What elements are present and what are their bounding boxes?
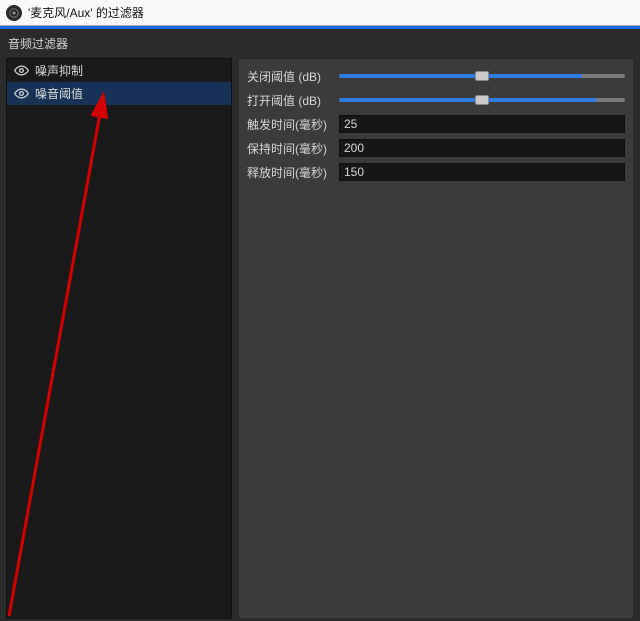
workspace: 噪声抑制 噪音阈值 关闭阈值 (dB) 打	[0, 58, 640, 621]
slider-close-threshold[interactable]	[339, 74, 625, 78]
filter-label: 噪音阈值	[35, 85, 83, 102]
filter-item-noise-suppression[interactable]: 噪声抑制	[7, 59, 231, 82]
label-close-threshold: 关闭阈值 (dB)	[247, 68, 333, 85]
input-attack-time[interactable]	[339, 115, 625, 133]
filter-label: 噪声抑制	[35, 62, 83, 79]
eye-icon[interactable]	[13, 86, 29, 102]
slider-open-threshold-wrap	[339, 98, 625, 102]
filter-properties: 关闭阈值 (dB) 打开阈值 (dB) 触发时间(毫秒) 保持时间(毫秒) 释放…	[238, 58, 634, 619]
slider-open-threshold[interactable]	[339, 98, 625, 102]
label-release-time: 释放时间(毫秒)	[247, 164, 333, 181]
input-release-time[interactable]	[339, 163, 625, 181]
filters-list: 噪声抑制 噪音阈值	[6, 58, 232, 619]
label-attack-time: 触发时间(毫秒)	[247, 116, 333, 133]
annotation-arrow	[7, 59, 232, 618]
window-title: '麦克风/Aux' 的过滤器	[28, 4, 144, 21]
prop-release-time: 释放时间(毫秒)	[247, 161, 625, 183]
window-titlebar: '麦克风/Aux' 的过滤器	[0, 0, 640, 26]
prop-close-threshold: 关闭阈值 (dB)	[247, 65, 625, 87]
prop-open-threshold: 打开阈值 (dB)	[247, 89, 625, 111]
input-hold-time[interactable]	[339, 139, 625, 157]
label-hold-time: 保持时间(毫秒)	[247, 140, 333, 157]
obs-app-icon	[6, 5, 22, 21]
filter-item-noise-gate[interactable]: 噪音阈值	[7, 82, 231, 105]
label-open-threshold: 打开阈值 (dB)	[247, 92, 333, 109]
eye-icon[interactable]	[13, 63, 29, 79]
slider-close-threshold-wrap	[339, 74, 625, 78]
prop-hold-time: 保持时间(毫秒)	[247, 137, 625, 159]
audio-filters-header: 音频过滤器	[0, 29, 640, 58]
prop-attack-time: 触发时间(毫秒)	[247, 113, 625, 135]
